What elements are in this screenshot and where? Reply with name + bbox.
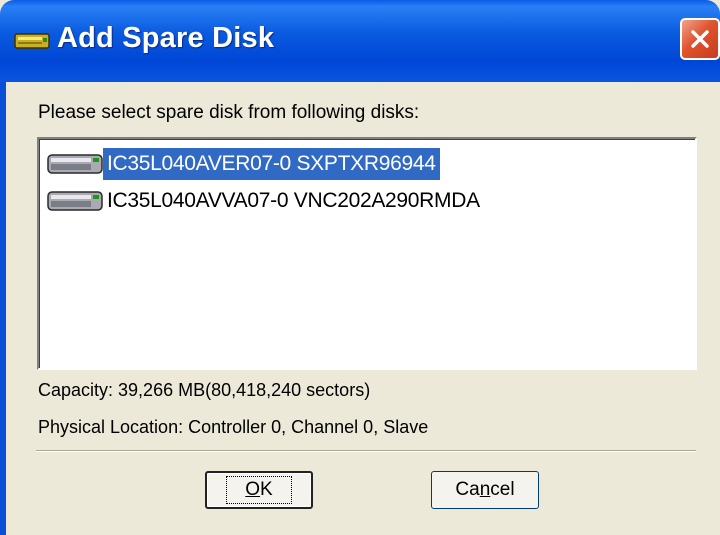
disk-list-item-2[interactable]: IC35L040AVVA07-0 VNC202A290RMDA xyxy=(47,183,484,219)
disk-app-icon xyxy=(14,33,50,49)
hard-disk-icon xyxy=(47,191,103,211)
close-icon xyxy=(691,30,709,48)
cancel-button[interactable]: Cancel xyxy=(431,471,539,509)
window-title: Add Spare Disk xyxy=(57,22,275,54)
title-bar[interactable]: Add Spare Disk xyxy=(0,0,720,82)
disk-listbox[interactable]: IC35L040AVER07-0 SXPTXR96944 IC35L040AVV… xyxy=(37,137,697,370)
separator xyxy=(36,450,696,452)
disk-list-item-1[interactable]: IC35L040AVER07-0 SXPTXR96944 xyxy=(47,146,440,182)
disk-label: IC35L040AVER07-0 SXPTXR96944 xyxy=(103,148,440,180)
close-button[interactable] xyxy=(680,18,720,60)
capacity-text: Capacity: 39,266 MB(80,418,240 sectors) xyxy=(38,380,371,400)
cancel-button-label: Cancel xyxy=(455,479,515,500)
select-disk-prompt: Please select spare disk from following … xyxy=(38,102,420,123)
add-spare-disk-dialog: Add Spare Disk Please select spare disk … xyxy=(0,0,720,535)
disk-label: IC35L040AVVA07-0 VNC202A290RMDA xyxy=(107,189,480,212)
ok-button-label: OK xyxy=(226,476,292,504)
ok-button[interactable]: OK xyxy=(205,471,313,509)
hard-disk-icon xyxy=(47,154,103,174)
physical-location-text: Physical Location: Controller 0, Channel… xyxy=(38,417,429,437)
dialog-body: Please select spare disk from following … xyxy=(6,82,720,535)
